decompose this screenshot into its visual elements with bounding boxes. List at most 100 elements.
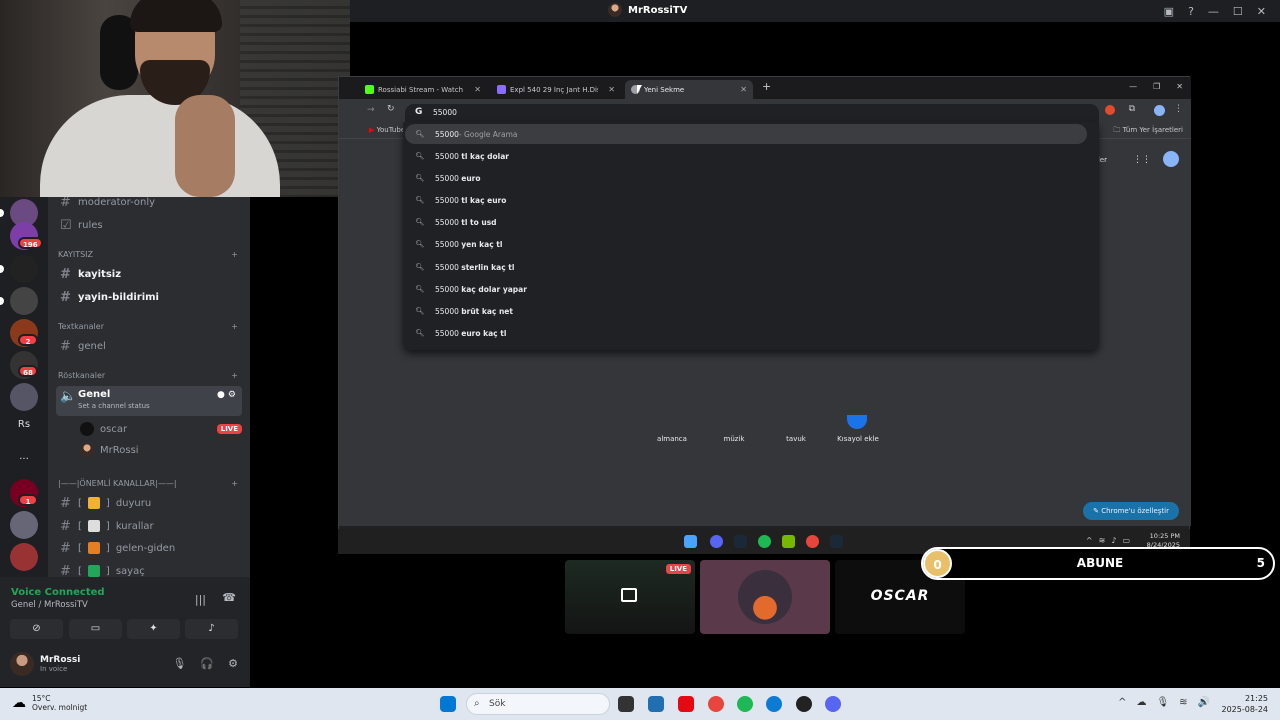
chrome-icon[interactable]	[708, 696, 724, 712]
channel-kayitsiz[interactable]: # kayitsiz	[56, 264, 242, 284]
steam-icon[interactable]	[734, 535, 747, 548]
server-icon[interactable]	[10, 511, 38, 539]
store-icon[interactable]	[648, 696, 664, 712]
channel-sayac[interactable]: #[ ] sayaç	[56, 561, 242, 577]
tab-bicycle[interactable]: Expl 540 29 İnç Jant H.Disk Fren ✕	[491, 80, 621, 99]
close-tab-icon[interactable]: ✕	[740, 85, 747, 94]
suggestion-item[interactable]: 🔍︎ 55000 - Google Arama	[405, 124, 1087, 144]
spotify-icon[interactable]	[758, 535, 771, 548]
suggestion-item[interactable]: 🔍︎ 55000 brüt kaç net	[405, 301, 1087, 321]
stream-preview-avatar[interactable]	[700, 560, 830, 634]
suggestion-item[interactable]: 🔍︎ 55000 tl kaç euro	[405, 190, 1087, 210]
category-kayitsiz[interactable]: KAYITSIZ +	[58, 250, 238, 259]
cloud-tray-icon[interactable]: ☁	[1136, 697, 1146, 708]
activities-button[interactable]: ✦	[127, 619, 180, 639]
shortcut-tavuk[interactable]: tavuk	[771, 435, 821, 443]
category-onemli[interactable]: |——|ÖNEMLİ KANALLAR|——| +	[58, 479, 238, 488]
channel-kurallar[interactable]: #[ ] kurallar	[56, 516, 242, 536]
close-icon[interactable]: ✕	[1257, 5, 1266, 18]
apps-grid-icon[interactable]: ⋮⋮	[1133, 155, 1151, 165]
restore-icon[interactable]: ❐	[1153, 82, 1160, 91]
chevron-up-icon[interactable]: ^	[1086, 536, 1093, 545]
extension-icon[interactable]	[1105, 105, 1115, 115]
taskbar-search[interactable]: ⌕ Sök	[466, 693, 610, 715]
discord-icon[interactable]	[710, 535, 723, 548]
steam-icon[interactable]	[830, 535, 843, 548]
microphone-icon[interactable]: 🎙	[1156, 697, 1169, 708]
obs-icon[interactable]	[796, 696, 812, 712]
user-panel[interactable]: MrRossi In voice	[10, 652, 80, 676]
shortcut-almanca[interactable]: almanca	[647, 435, 697, 443]
account-avatar[interactable]	[1163, 151, 1179, 167]
suggestion-item[interactable]: 🔍︎ 55000 euro kaç tl	[405, 323, 1087, 343]
menu-icon[interactable]: ⋮	[1174, 104, 1183, 114]
maximize-icon[interactable]: ☐	[1233, 5, 1243, 18]
camera-off-button[interactable]: ⊘	[10, 619, 63, 639]
channel-moderator-only[interactable]: # moderator-only	[56, 197, 242, 212]
suggestion-item[interactable]: 🔍︎ 55000 sterlin kaç tl	[405, 257, 1087, 277]
new-tab-button[interactable]: +	[762, 80, 771, 93]
bookmark-youtube[interactable]: ▶ YouTube	[369, 126, 405, 134]
suggestion-item[interactable]: 🔍︎ 55000 yen kaç tl	[405, 234, 1087, 254]
suggestion-item[interactable]: 🔍︎ 55000 tl kaç dolar	[405, 146, 1087, 166]
voice-member-mrrossi[interactable]: MrRossi	[76, 440, 242, 460]
microphone-icon[interactable]: 🎙	[172, 657, 186, 670]
gear-icon[interactable]: ⚙	[228, 657, 238, 670]
help-icon[interactable]: ?	[1188, 5, 1194, 18]
inbox-icon[interactable]: ▣	[1164, 5, 1174, 18]
voice-member-oscar[interactable]: oscar LIVE	[76, 419, 242, 439]
add-channel-icon[interactable]: +	[231, 250, 238, 259]
windows-start-icon[interactable]	[440, 696, 456, 712]
address-bar[interactable]: G 55000	[405, 104, 1099, 122]
windows-start-icon[interactable]	[684, 535, 697, 548]
close-icon[interactable]: ✕	[1176, 82, 1183, 91]
chevron-up-icon[interactable]: ^	[1118, 697, 1126, 708]
server-icon[interactable]	[10, 383, 38, 411]
channel-yayin-bildirimi[interactable]: # yayin-bildirimi	[56, 287, 242, 307]
tab-rossiabi[interactable]: Rossiabi Stream - Watch Live o ✕	[359, 80, 487, 99]
discord-icon[interactable]	[825, 696, 841, 712]
server-icon[interactable]	[10, 287, 38, 315]
shortcut-muzik[interactable]: müzik	[709, 435, 759, 443]
more-servers[interactable]: ...	[10, 451, 38, 462]
add-channel-icon[interactable]: +	[231, 371, 238, 380]
server-initials[interactable]: Rs	[10, 419, 38, 430]
channel-gelen-giden[interactable]: #[ ] gelen-giden	[56, 538, 242, 558]
channel-duyuru[interactable]: #[ ] duyuru	[56, 493, 242, 513]
screen-share-button[interactable]: ▭	[69, 619, 122, 639]
all-bookmarks[interactable]: 🗀 Tüm Yer İşaretleri	[1113, 126, 1183, 137]
task-view-icon[interactable]	[618, 696, 634, 712]
headphones-icon[interactable]: 🎧	[200, 657, 214, 670]
channel-rules[interactable]: ☑ rules	[56, 215, 242, 235]
chrome-icon[interactable]	[806, 535, 819, 548]
puzzle-icon[interactable]: ⧉	[1129, 104, 1135, 114]
forward-icon[interactable]: →	[367, 105, 375, 115]
customize-chrome-button[interactable]: ✎ Chrome'u özelleştir	[1083, 502, 1179, 520]
netflix-icon[interactable]	[678, 696, 694, 712]
close-tab-icon[interactable]: ✕	[608, 85, 615, 94]
edge-icon[interactable]	[766, 696, 782, 712]
server-icon[interactable]	[10, 543, 38, 571]
profile-icon[interactable]	[1154, 105, 1165, 116]
signal-icon[interactable]: |||	[195, 593, 206, 606]
shortcut-add[interactable]: Kısayol ekle	[833, 435, 883, 443]
spotify-icon[interactable]	[737, 696, 753, 712]
minimize-icon[interactable]: —	[1129, 82, 1137, 91]
close-tab-icon[interactable]: ✕	[474, 85, 481, 94]
wifi-icon[interactable]: ≋	[1179, 697, 1187, 708]
taskbar-clock[interactable]: 21:25 2025-08-24	[1222, 693, 1269, 715]
voice-channel-genel[interactable]: 🔈 Genel Set a channel status ● ⚙	[56, 386, 242, 416]
network-icon[interactable]: ≋	[1099, 536, 1106, 545]
volume-icon[interactable]: ♪	[1111, 536, 1116, 545]
weather-widget[interactable]: ☁ 15°C Overv. molnigt	[12, 694, 87, 712]
suggestion-item[interactable]: 🔍︎ 55000 kaç dolar yapar	[405, 279, 1087, 299]
soundboard-button[interactable]: ♪	[185, 619, 238, 639]
add-channel-icon[interactable]: +	[231, 479, 238, 488]
disconnect-icon[interactable]: ☎	[222, 591, 236, 604]
volume-icon[interactable]: 🔊	[1198, 697, 1210, 708]
category-rostkanaler[interactable]: Röstkanaler +	[58, 371, 238, 380]
reload-icon[interactable]: ↻	[387, 104, 395, 114]
suggestion-item[interactable]: 🔍︎ 55000 tl to usd	[405, 212, 1087, 232]
battery-icon[interactable]: ▭	[1122, 536, 1130, 545]
channel-genel-text[interactable]: # genel	[56, 336, 242, 356]
